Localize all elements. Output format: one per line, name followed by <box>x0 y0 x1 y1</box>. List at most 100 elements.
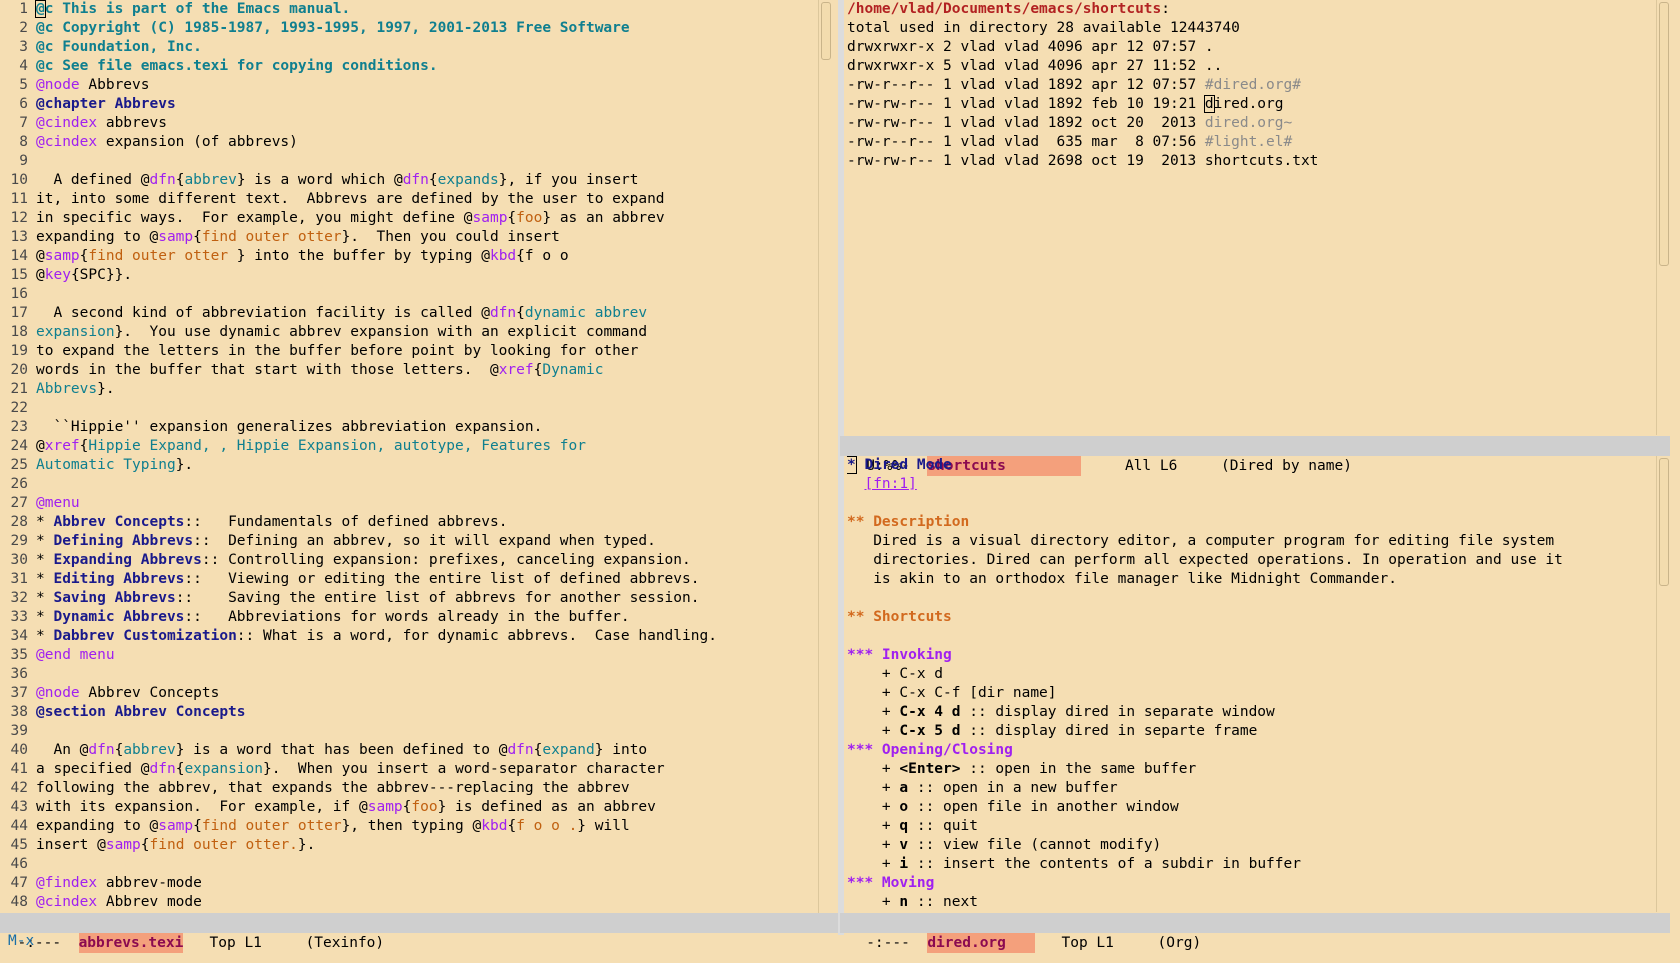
text-line[interactable]: 4 @c See file emacs.texi for copying cond… <box>0 57 818 76</box>
left-scrollbar-thumb[interactable] <box>821 2 831 60</box>
text-line[interactable]: 31 * Editing Abbrevs:: Viewing or editing… <box>0 570 818 589</box>
text-line[interactable]: 7 @cindex abbrevs <box>0 114 818 133</box>
text-line[interactable]: drwxrwxr-x 5 vlad vlad 4096 apr 27 11:52… <box>847 57 1655 76</box>
text-line[interactable]: 34 * Dabbrev Customization:: What is a wo… <box>0 627 818 646</box>
dired-scrollbar[interactable] <box>1656 0 1671 435</box>
text-line[interactable] <box>847 589 1655 608</box>
text-line[interactable]: + v :: view file (cannot modify) <box>847 836 1655 855</box>
text-line[interactable]: 23 ``Hippie'' expansion generalizes abbr… <box>0 418 818 437</box>
text-line[interactable]: + a :: open in a new buffer <box>847 779 1655 798</box>
text-line[interactable]: 14 @samp{find outer otter } into the buff… <box>0 247 818 266</box>
text-line[interactable]: 1 @c This is part of the Emacs manual. <box>0 0 818 19</box>
text-line[interactable]: 30 * Expanding Abbrevs:: Controlling expa… <box>0 551 818 570</box>
text-line[interactable]: 9 <box>0 152 818 171</box>
text-line[interactable]: 41 a specified @dfn{expansion}. When you … <box>0 760 818 779</box>
text-line[interactable]: 12 in specific ways. For example, you mig… <box>0 209 818 228</box>
text-line[interactable]: 18 expansion}. You use dynamic abbrev exp… <box>0 323 818 342</box>
text-line[interactable]: 43 with its expansion. For example, if @s… <box>0 798 818 817</box>
dired-pane[interactable]: /home/vlad/Documents/emacs/shortcuts: tot… <box>847 0 1655 435</box>
text-line[interactable]: 40 An @dfn{abbrev} is a word that has be… <box>0 741 818 760</box>
text-line[interactable]: 15 @key{SPC}}. <box>0 266 818 285</box>
text-line[interactable]: 42 following the abbrev, that expands the… <box>0 779 818 798</box>
text-line[interactable]: + o :: open file in another window <box>847 798 1655 817</box>
text-line[interactable] <box>847 494 1655 513</box>
text-line[interactable]: 20 words in the buffer that start with th… <box>0 361 818 380</box>
footnote-link[interactable]: [fn:1] <box>864 476 916 492</box>
minibuffer[interactable]: M-x <box>8 933 34 949</box>
text-line[interactable]: 17 A second kind of abbreviation facilit… <box>0 304 818 323</box>
text-line[interactable]: is akin to an orthodox file manager like… <box>847 570 1655 589</box>
text-line[interactable]: 10 A defined @dfn{abbrev} is a word whic… <box>0 171 818 190</box>
text-line[interactable]: *** Opening/Closing <box>847 741 1655 760</box>
modeline-major-mode[interactable]: (Texinfo) <box>306 935 385 951</box>
text-line[interactable]: 26 <box>0 475 818 494</box>
text-line[interactable]: 37 @node Abbrev Concepts <box>0 684 818 703</box>
text-line[interactable]: *** Moving <box>847 874 1655 893</box>
text-line[interactable]: 16 <box>0 285 818 304</box>
text-line[interactable]: + C-x C-f [dir name] <box>847 684 1655 703</box>
text-line[interactable]: 8 @cindex expansion (of abbrevs) <box>0 133 818 152</box>
text-line[interactable]: 39 <box>0 722 818 741</box>
text-line[interactable]: -rw-rw-r-- 1 vlad vlad 1892 oct 20 2013 … <box>847 114 1655 133</box>
text-line[interactable]: * Dired Mode <box>847 456 1655 475</box>
text-line[interactable]: 46 <box>0 855 818 874</box>
modeline-major-mode[interactable]: (Org) <box>1158 935 1202 951</box>
text-line[interactable]: ** Shortcuts <box>847 608 1655 627</box>
text-line[interactable]: Dired is a visual directory editor, a co… <box>847 532 1655 551</box>
text-segment: -rw-rw-r-- 1 vlad vlad 1892 oct 20 2013 <box>847 115 1205 131</box>
text-line[interactable]: 21 Abbrevs}. <box>0 380 818 399</box>
text-line[interactable]: 25 Automatic Typing}. <box>0 456 818 475</box>
text-line[interactable]: *** Invoking <box>847 646 1655 665</box>
text-line[interactable]: directories. Dired can perform all expec… <box>847 551 1655 570</box>
text-line[interactable]: + n :: next <box>847 893 1655 912</box>
text-line[interactable]: 44 expanding to @samp{find outer otter}, … <box>0 817 818 836</box>
text-line[interactable]: 45 insert @samp{find outer otter.}. <box>0 836 818 855</box>
text-line[interactable]: 47 @findex abbrev-mode <box>0 874 818 893</box>
text-line[interactable]: 32 * Saving Abbrevs:: Saving the entire l… <box>0 589 818 608</box>
text-line[interactable]: 2 @c Copyright (C) 1985-1987, 1993-1995, … <box>0 19 818 38</box>
text-line[interactable]: 29 * Defining Abbrevs:: Defining an abbre… <box>0 532 818 551</box>
text-segment: abbrev <box>184 172 237 188</box>
text-line[interactable]: + i :: insert the contents of a subdir i… <box>847 855 1655 874</box>
text-line[interactable]: + q :: quit <box>847 817 1655 836</box>
text-line[interactable]: 35 @end menu <box>0 646 818 665</box>
texinfo-editor-pane[interactable]: 1 @c This is part of the Emacs manual. 2 @c… <box>0 0 818 913</box>
text-line[interactable]: 38 @section Abbrev Concepts <box>0 703 818 722</box>
text-line[interactable]: 36 <box>0 665 818 684</box>
text-line[interactable]: 3 @c Foundation, Inc. <box>0 38 818 57</box>
text-line[interactable]: ** Description <box>847 513 1655 532</box>
text-line[interactable]: total used in directory 28 available 124… <box>847 19 1655 38</box>
text-line[interactable]: 28 * Abbrev Concepts:: Fundamentals of de… <box>0 513 818 532</box>
text-line[interactable]: 19 to expand the letters in the buffer be… <box>0 342 818 361</box>
text-line[interactable]: -rw-r--r-- 1 vlad vlad 635 mar 8 07:56 #… <box>847 133 1655 152</box>
text-line[interactable]: + <Enter> :: open in the same buffer <box>847 760 1655 779</box>
org-pane[interactable]: * Dired Mode [fn:1] ** Description Dired … <box>847 456 1655 912</box>
dired-scrollbar-thumb[interactable] <box>1659 2 1669 266</box>
text-line[interactable]: drwxrwxr-x 2 vlad vlad 4096 apr 12 07:57… <box>847 38 1655 57</box>
text-line[interactable]: 13 expanding to @samp{find outer otter}. … <box>0 228 818 247</box>
text-line[interactable]: + C-x 5 d :: display dired in separte fr… <box>847 722 1655 741</box>
text-line[interactable]: 33 * Dynamic Abbrevs:: Abbreviations for … <box>0 608 818 627</box>
text-line[interactable]: 27 @menu <box>0 494 818 513</box>
text-line[interactable]: 11 it, into some different text. Abbrevs … <box>0 190 818 209</box>
text-line[interactable]: [fn:1] <box>847 475 1655 494</box>
left-scrollbar[interactable] <box>818 0 833 913</box>
org-scrollbar[interactable] <box>1656 456 1671 912</box>
text-line[interactable]: + C-x 4 d :: display dired in separate w… <box>847 703 1655 722</box>
text-line[interactable]: -rw-rw-r-- 1 vlad vlad 1892 feb 10 19:21… <box>847 95 1655 114</box>
text-line[interactable]: 22 <box>0 399 818 418</box>
text-line[interactable] <box>847 627 1655 646</box>
text-segment: @cindex <box>36 115 98 131</box>
org-scrollbar-thumb[interactable] <box>1659 458 1669 586</box>
text-line[interactable]: 6 @chapter Abbrevs <box>0 95 818 114</box>
text-segment: + <box>847 818 900 834</box>
modeline-buffer-name[interactable]: dired.org <box>927 933 1036 953</box>
text-line[interactable]: + C-x d <box>847 665 1655 684</box>
text-line[interactable]: -rw-rw-r-- 1 vlad vlad 2698 oct 19 2013 … <box>847 152 1655 171</box>
text-line[interactable]: 5 @node Abbrevs <box>0 76 818 95</box>
text-line[interactable]: 24 @xref{Hippie Expand, , Hippie Expansio… <box>0 437 818 456</box>
text-line[interactable]: /home/vlad/Documents/emacs/shortcuts: <box>847 0 1655 19</box>
text-line[interactable]: -rw-r--r-- 1 vlad vlad 1892 apr 12 07:57… <box>847 76 1655 95</box>
modeline-buffer-name[interactable]: abbrevs.texi <box>78 933 184 953</box>
text-line[interactable]: 48 @cindex Abbrev mode <box>0 893 818 912</box>
